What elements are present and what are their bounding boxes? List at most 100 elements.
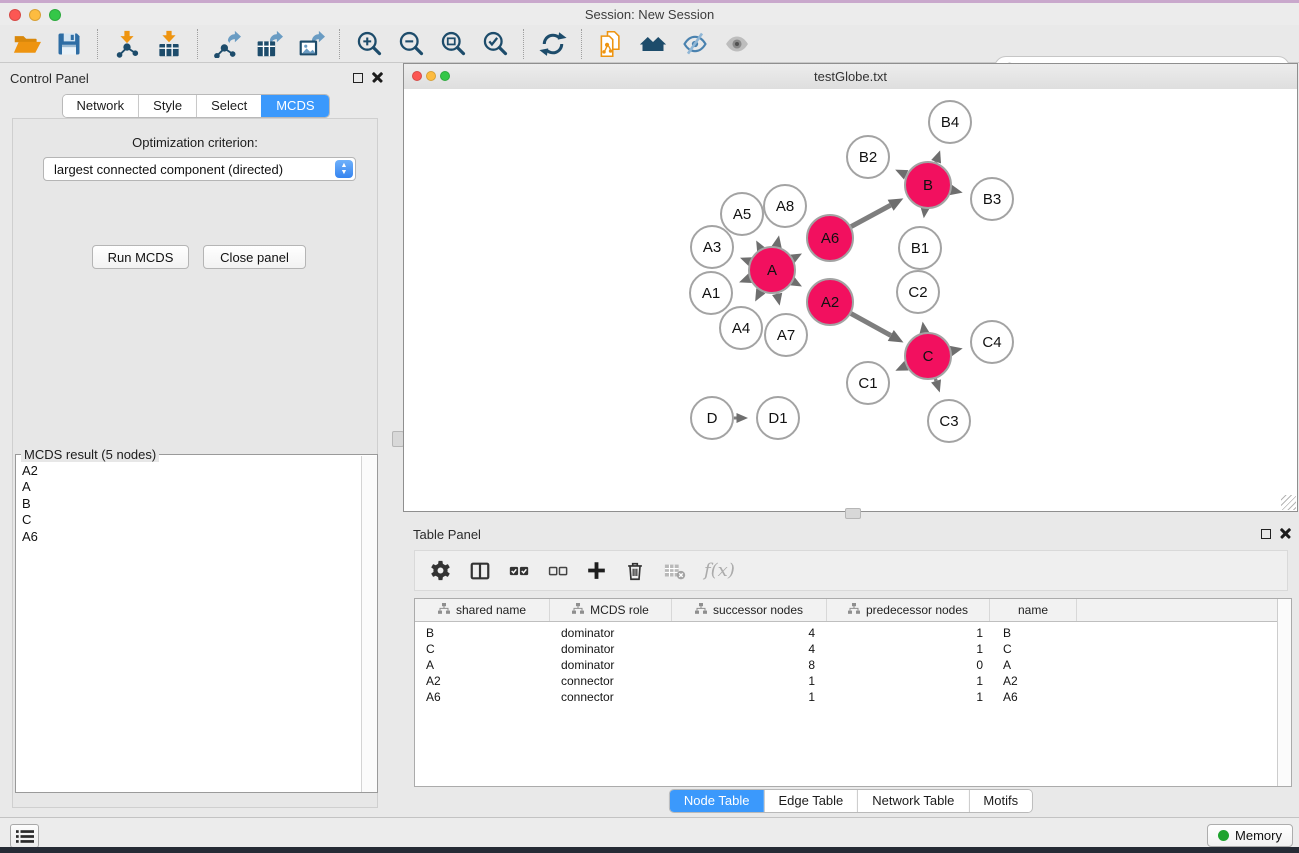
node-B3[interactable]: B3 bbox=[971, 178, 1013, 220]
edge-A6-B[interactable] bbox=[851, 198, 903, 226]
horizontal-split-grip[interactable] bbox=[845, 508, 861, 519]
table-cell[interactable]: 1 bbox=[672, 690, 827, 704]
node-B[interactable]: B bbox=[905, 162, 951, 208]
table-cell[interactable]: dominator bbox=[550, 626, 672, 640]
table-tab-network-table[interactable]: Network Table bbox=[857, 790, 968, 812]
table-row[interactable]: A2connector11A2 bbox=[415, 673, 1291, 689]
node-B2[interactable]: B2 bbox=[847, 136, 889, 178]
table-tab-node-table[interactable]: Node Table bbox=[670, 790, 764, 812]
run-mcds-button[interactable]: Run MCDS bbox=[92, 245, 189, 269]
tab-network[interactable]: Network bbox=[62, 95, 138, 117]
table-cell[interactable]: dominator bbox=[550, 658, 672, 672]
column-header-predecessor-nodes[interactable]: predecessor nodes bbox=[827, 599, 990, 621]
table-cell[interactable]: 1 bbox=[827, 626, 990, 640]
edge-A-A7[interactable] bbox=[772, 293, 782, 306]
table-cell[interactable]: 0 bbox=[827, 658, 990, 672]
mcds-result-scrollbar[interactable] bbox=[361, 456, 377, 792]
node-D[interactable]: D bbox=[691, 397, 733, 439]
mcds-result-list[interactable]: A2ABCA6 bbox=[16, 462, 362, 792]
network-minimize-button[interactable] bbox=[426, 71, 436, 81]
zoom-out-button[interactable] bbox=[396, 29, 426, 59]
node-C[interactable]: C bbox=[905, 333, 951, 379]
node-A7[interactable]: A7 bbox=[765, 314, 807, 356]
table-settings-button[interactable] bbox=[429, 559, 452, 582]
table-cell[interactable]: 1 bbox=[672, 674, 827, 688]
node-A2[interactable]: A2 bbox=[807, 279, 853, 325]
table-cell[interactable]: B bbox=[990, 626, 1077, 640]
node-B4[interactable]: B4 bbox=[929, 101, 971, 143]
network-close-button[interactable] bbox=[412, 71, 422, 81]
close-panel-button[interactable]: Close panel bbox=[203, 245, 306, 269]
table-row[interactable]: Adominator80A bbox=[415, 657, 1291, 673]
show-graphics-details-button[interactable] bbox=[722, 29, 752, 59]
column-header-shared-name[interactable]: shared name bbox=[415, 599, 550, 621]
mcds-result-item[interactable]: C bbox=[22, 512, 362, 528]
column-header-name[interactable]: name bbox=[990, 599, 1077, 621]
table-row[interactable]: A6connector11A6 bbox=[415, 689, 1291, 705]
node-A3[interactable]: A3 bbox=[691, 226, 733, 268]
optimization-criterion-select[interactable]: largest connected component (directed) ▲… bbox=[43, 157, 356, 181]
node-B1[interactable]: B1 bbox=[899, 227, 941, 269]
export-image-button[interactable] bbox=[296, 29, 326, 59]
table-cell[interactable]: 1 bbox=[827, 674, 990, 688]
table-cell[interactable]: 1 bbox=[827, 642, 990, 656]
table-cell[interactable]: 1 bbox=[827, 690, 990, 704]
node-C4[interactable]: C4 bbox=[971, 321, 1013, 363]
export-table-button[interactable] bbox=[254, 29, 284, 59]
node-A8[interactable]: A8 bbox=[764, 185, 806, 227]
select-all-columns-button[interactable] bbox=[508, 560, 530, 582]
hide-graphics-details-button[interactable] bbox=[680, 29, 710, 59]
open-session-button[interactable] bbox=[12, 29, 42, 59]
table-cell[interactable]: connector bbox=[550, 674, 672, 688]
add-column-button[interactable] bbox=[586, 560, 607, 581]
unselect-all-columns-button[interactable] bbox=[547, 560, 569, 582]
node-A5[interactable]: A5 bbox=[721, 193, 763, 235]
import-table-button[interactable] bbox=[154, 29, 184, 59]
edge-D-D1[interactable] bbox=[734, 413, 748, 423]
table-scrollbar[interactable] bbox=[1277, 599, 1291, 786]
float-panel-icon[interactable] bbox=[353, 73, 363, 83]
close-window-button[interactable] bbox=[9, 9, 21, 21]
table-cell[interactable]: C bbox=[415, 642, 550, 656]
tab-select[interactable]: Select bbox=[196, 95, 261, 117]
edge-C-C3[interactable] bbox=[931, 379, 941, 393]
window-resize-grip[interactable] bbox=[1281, 495, 1296, 510]
table-cell[interactable]: A bbox=[415, 658, 550, 672]
close-table-panel-icon[interactable] bbox=[1280, 528, 1291, 539]
table-cell[interactable]: dominator bbox=[550, 642, 672, 656]
table-cell[interactable]: A6 bbox=[990, 690, 1077, 704]
zoom-selected-button[interactable] bbox=[480, 29, 510, 59]
table-cell[interactable]: 8 bbox=[672, 658, 827, 672]
refresh-button[interactable] bbox=[538, 29, 568, 59]
node-D1[interactable]: D1 bbox=[757, 397, 799, 439]
mcds-result-item[interactable]: A6 bbox=[22, 529, 362, 545]
network-canvas[interactable]: AA6A2BCA1A3A4A5A7A8B1B2B3B4C1C2C3C4DD1 bbox=[404, 89, 1297, 511]
table-cell[interactable]: A2 bbox=[415, 674, 550, 688]
table-cell[interactable]: C bbox=[990, 642, 1077, 656]
table-tab-edge-table[interactable]: Edge Table bbox=[763, 790, 857, 812]
new-network-from-file-button[interactable] bbox=[596, 29, 626, 59]
table-row[interactable]: Cdominator41C bbox=[415, 641, 1291, 657]
table-cell[interactable]: 4 bbox=[672, 642, 827, 656]
table-cell[interactable]: A2 bbox=[990, 674, 1077, 688]
tab-mcds[interactable]: MCDS bbox=[261, 95, 328, 117]
show-all-button[interactable] bbox=[638, 29, 668, 59]
mcds-result-item[interactable]: A bbox=[22, 479, 362, 495]
browse-columns-button[interactable] bbox=[469, 560, 491, 582]
import-network-button[interactable] bbox=[112, 29, 142, 59]
table-cell[interactable]: A6 bbox=[415, 690, 550, 704]
table-cell[interactable]: 4 bbox=[672, 626, 827, 640]
save-session-button[interactable] bbox=[54, 29, 84, 59]
float-table-panel-icon[interactable] bbox=[1261, 529, 1271, 539]
tab-style[interactable]: Style bbox=[138, 95, 196, 117]
node-C3[interactable]: C3 bbox=[928, 400, 970, 442]
node-C1[interactable]: C1 bbox=[847, 362, 889, 404]
status-menu-button[interactable] bbox=[10, 824, 39, 848]
export-network-button[interactable] bbox=[212, 29, 242, 59]
edge-A2-C[interactable] bbox=[851, 314, 903, 343]
network-zoom-button[interactable] bbox=[440, 71, 450, 81]
mcds-result-item[interactable]: B bbox=[22, 496, 362, 512]
delete-columns-button[interactable] bbox=[624, 560, 646, 582]
table-tab-motifs[interactable]: Motifs bbox=[968, 790, 1032, 812]
column-header-MCDS-role[interactable]: MCDS role bbox=[550, 599, 672, 621]
